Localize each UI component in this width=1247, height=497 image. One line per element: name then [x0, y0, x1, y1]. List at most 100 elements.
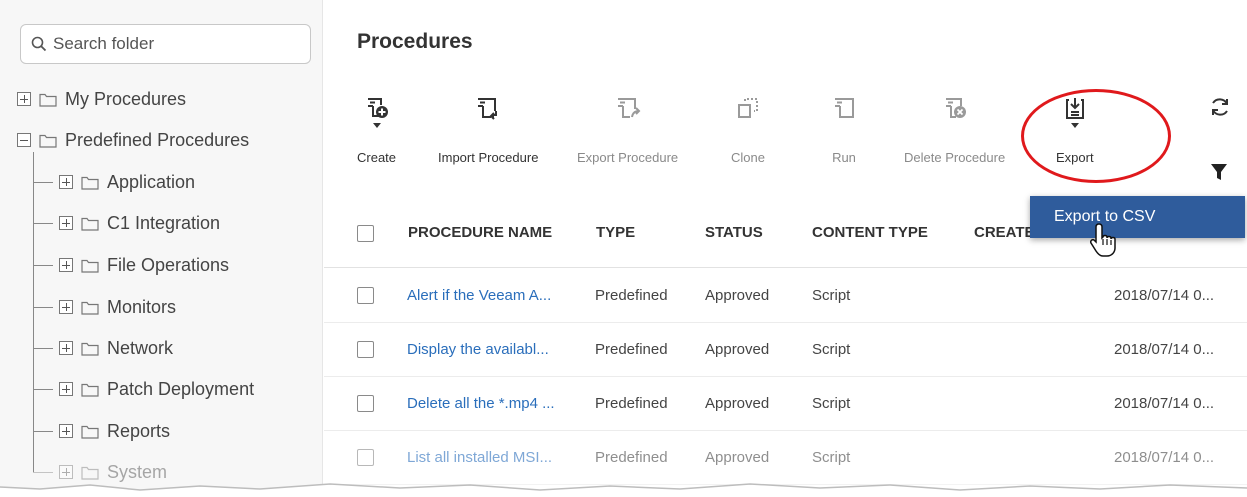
- folder-icon: [81, 176, 99, 190]
- folder-icon: [81, 301, 99, 315]
- page-title: Procedures: [357, 30, 473, 53]
- row-checkbox[interactable]: [357, 287, 374, 304]
- tree-item-label: Reports: [107, 420, 171, 441]
- folder-icon: [39, 134, 57, 148]
- clone-label: Clone: [731, 150, 765, 165]
- import-procedure-button[interactable]: Import Procedure: [438, 96, 538, 165]
- import-procedure-label: Import Procedure: [438, 150, 539, 165]
- tree-connector-line: [33, 181, 53, 183]
- clone-icon: [737, 98, 758, 118]
- content-type-cell: Script: [812, 395, 851, 412]
- folder-sidebar: My Procedures Predefined Procedures Appl…: [0, 0, 323, 497]
- export-label: Export: [1056, 150, 1094, 165]
- export-download-icon: [1065, 98, 1084, 119]
- row-checkbox[interactable]: [357, 395, 374, 412]
- refresh-icon[interactable]: [1209, 96, 1231, 118]
- expand-icon[interactable]: [59, 175, 73, 189]
- column-header-procedure-name[interactable]: PROCEDURE NAME: [408, 224, 552, 241]
- run-button[interactable]: Run: [832, 96, 856, 165]
- delete-procedure-icon: [945, 98, 966, 118]
- table-row[interactable]: Alert if the Veeam A... Predefined Appro…: [324, 269, 1247, 323]
- tree-item-my-procedures[interactable]: My Procedures: [17, 87, 186, 111]
- tree-connector-line: [33, 347, 53, 349]
- table-row[interactable]: Delete all the *.mp4 ... Predefined Appr…: [324, 377, 1247, 431]
- expand-icon[interactable]: [59, 300, 73, 314]
- tree-item-label: Predefined Procedures: [65, 129, 250, 150]
- type-cell: Predefined: [595, 341, 668, 358]
- tree-item-label: Monitors: [107, 296, 177, 317]
- tree-item-patch-deployment[interactable]: Patch Deployment: [33, 377, 254, 401]
- tree-item-monitors[interactable]: Monitors: [33, 295, 176, 319]
- chevron-down-icon: [372, 123, 381, 128]
- search-icon: [31, 36, 47, 52]
- created-date-cell: 2018/07/14 0...: [1114, 395, 1215, 412]
- main-panel: Procedures Create Import Procedure Expor…: [324, 0, 1247, 497]
- status-cell: Approved: [705, 449, 770, 466]
- tree-item-predefined-procedures[interactable]: Predefined Procedures: [17, 128, 249, 152]
- folder-icon: [81, 342, 99, 356]
- tree-connector-line: [33, 471, 53, 473]
- tree-item-c1-integration[interactable]: C1 Integration: [33, 211, 220, 235]
- procedure-name-link[interactable]: List all installed MSI...: [407, 449, 552, 466]
- run-label: Run: [832, 150, 856, 165]
- column-header-content-type[interactable]: CONTENT TYPE: [812, 224, 928, 241]
- export-to-csv-menu-item[interactable]: Export to CSV: [1030, 196, 1245, 238]
- column-header-created[interactable]: CREATE: [974, 224, 1035, 241]
- type-cell: Predefined: [595, 449, 668, 466]
- hand-pointer-cursor-icon: [1090, 223, 1116, 257]
- run-procedure-icon: [835, 98, 854, 118]
- procedure-name-link[interactable]: Display the availabl...: [407, 341, 549, 358]
- delete-procedure-button[interactable]: Delete Procedure: [904, 96, 1005, 165]
- table-row[interactable]: Display the availabl... Predefined Appro…: [324, 323, 1247, 377]
- expand-icon[interactable]: [59, 258, 73, 272]
- procedure-name-link[interactable]: Delete all the *.mp4 ...: [407, 395, 555, 412]
- created-date-cell: 2018/07/14 0...: [1114, 287, 1215, 304]
- folder-icon: [81, 425, 99, 439]
- select-all-checkbox[interactable]: [357, 225, 374, 242]
- tree-item-application[interactable]: Application: [33, 170, 195, 194]
- tree-connector-line: [33, 388, 53, 390]
- content-type-cell: Script: [812, 341, 851, 358]
- tree-item-network[interactable]: Network: [33, 336, 173, 360]
- tree-item-file-operations[interactable]: File Operations: [33, 253, 229, 277]
- create-button[interactable]: Create: [357, 96, 396, 165]
- highlight-annotation-circle: [1021, 89, 1171, 183]
- column-header-type[interactable]: TYPE: [596, 224, 635, 241]
- export-procedure-button[interactable]: Export Procedure: [577, 96, 678, 165]
- tree-item-label: Application: [107, 171, 196, 192]
- folder-icon: [81, 259, 99, 273]
- tree-item-label: Network: [107, 337, 174, 358]
- export-button[interactable]: Export: [1056, 96, 1094, 165]
- create-procedure-icon: [367, 98, 388, 118]
- column-header-status[interactable]: STATUS: [705, 224, 763, 241]
- folder-icon: [81, 383, 99, 397]
- export-procedure-label: Export Procedure: [577, 150, 679, 165]
- expand-icon[interactable]: [17, 92, 31, 106]
- chevron-down-icon: [1070, 123, 1079, 128]
- status-cell: Approved: [705, 287, 770, 304]
- content-type-cell: Script: [812, 287, 851, 304]
- tree-item-label: C1 Integration: [107, 212, 221, 233]
- filter-icon[interactable]: [1210, 163, 1228, 181]
- tree-item-label: My Procedures: [65, 88, 187, 109]
- torn-edge-decoration: [0, 483, 1247, 497]
- tree-connector-line: [33, 306, 53, 308]
- expand-icon[interactable]: [59, 341, 73, 355]
- expand-icon[interactable]: [59, 216, 73, 230]
- import-procedure-icon: [478, 98, 498, 120]
- search-folder-box[interactable]: [20, 24, 311, 64]
- folder-icon: [39, 93, 57, 107]
- expand-icon[interactable]: [59, 424, 73, 438]
- collapse-icon[interactable]: [17, 133, 31, 147]
- row-checkbox[interactable]: [357, 449, 374, 466]
- clone-button[interactable]: Clone: [731, 96, 765, 165]
- tree-item-reports[interactable]: Reports: [33, 419, 170, 443]
- export-procedure-icon: [617, 98, 640, 118]
- procedure-name-link[interactable]: Alert if the Veeam A...: [407, 287, 551, 304]
- type-cell: Predefined: [595, 287, 668, 304]
- tree-connector-line: [33, 264, 53, 266]
- row-checkbox[interactable]: [357, 341, 374, 358]
- search-folder-input[interactable]: [53, 34, 293, 54]
- expand-icon[interactable]: [59, 382, 73, 396]
- created-date-cell: 2018/07/14 0...: [1114, 341, 1215, 358]
